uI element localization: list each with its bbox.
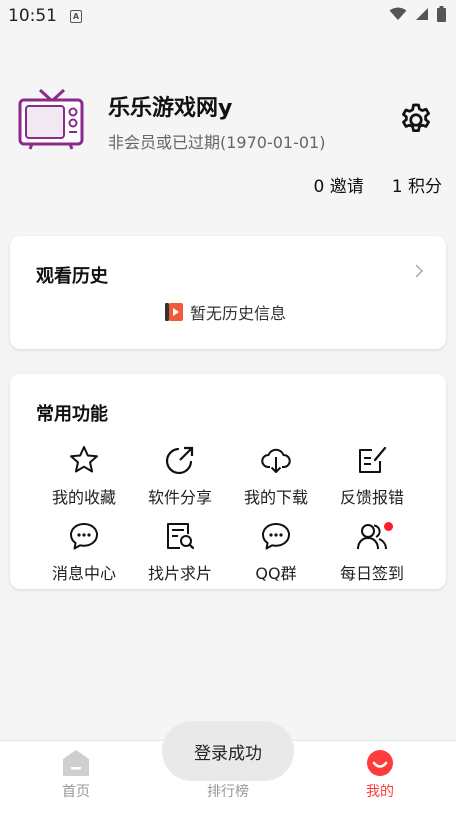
nav-label: 排行榜 — [207, 784, 249, 800]
function-request[interactable]: 找片求片 — [132, 520, 228, 596]
points-count[interactable]: 1 积分 — [392, 172, 442, 197]
history-empty-state: 暂无历史信息 — [164, 300, 286, 324]
function-label: 我的下载 — [243, 488, 308, 507]
nav-label: 首页 — [62, 784, 90, 800]
message-icon — [70, 523, 98, 550]
history-title: 观看历史 — [36, 266, 108, 287]
function-label: 软件分享 — [147, 488, 212, 507]
functions-grid: 我的收藏 软件分享 我的下载 反馈报错 消息中心 找片求片 QQ群 每日签到 — [10, 444, 456, 596]
function-label: 反馈报错 — [339, 488, 404, 507]
signal-icon — [416, 8, 428, 20]
common-functions-card: 常用功能 我的收藏 软件分享 我的下载 反馈报错 消息中心 找片求片 QQ群 每… — [10, 374, 446, 589]
search-doc-icon — [167, 523, 195, 550]
wifi-icon — [389, 7, 407, 20]
function-messages[interactable]: 消息中心 — [36, 520, 132, 596]
functions-title: 常用功能 — [36, 404, 108, 425]
history-empty-text: 暂无历史信息 — [190, 304, 287, 323]
status-time: 10:51 — [8, 6, 57, 26]
star-icon — [70, 446, 98, 473]
nav-mine[interactable]: 我的 — [330, 749, 430, 801]
function-feedback[interactable]: 反馈报错 — [324, 444, 420, 520]
function-share[interactable]: 软件分享 — [132, 444, 228, 520]
smile-icon — [367, 750, 393, 776]
battery-icon — [437, 6, 446, 22]
invites-count[interactable]: 0 邀请 — [314, 172, 364, 197]
cloud-download-icon — [261, 448, 291, 473]
username: 乐乐游戏网y — [108, 96, 233, 121]
profile-stats: 0 邀请 1 积分 — [314, 172, 442, 197]
settings-gear-icon[interactable] — [398, 102, 434, 138]
status-bar: 10:51 A — [0, 0, 456, 34]
function-label: 找片求片 — [147, 564, 212, 583]
chevron-right-icon[interactable] — [414, 264, 424, 278]
function-label: 我的收藏 — [51, 488, 116, 507]
home-icon — [63, 750, 89, 776]
function-label: 每日签到 — [339, 564, 404, 583]
tv-avatar-icon[interactable] — [18, 88, 84, 150]
nav-home[interactable]: 首页 — [26, 749, 126, 801]
function-label: 消息中心 — [51, 564, 116, 583]
new-badge — [384, 522, 393, 531]
edit-note-icon — [359, 446, 387, 473]
function-daily-checkin[interactable]: 每日签到 — [324, 520, 420, 596]
nav-label: 我的 — [366, 784, 394, 800]
history-video-icon — [165, 303, 183, 321]
membership-status: 非会员或已过期(1970-01-01) — [108, 133, 326, 152]
status-right-icons — [389, 6, 446, 22]
chat-bubble-icon — [262, 523, 290, 550]
function-downloads[interactable]: 我的下载 — [228, 444, 324, 520]
function-qq-group[interactable]: QQ群 — [228, 520, 324, 596]
share-icon — [165, 446, 194, 475]
notification-a-icon: A — [70, 10, 82, 23]
function-favorites[interactable]: 我的收藏 — [36, 444, 132, 520]
watch-history-card[interactable]: 观看历史 暂无历史信息 — [10, 236, 446, 349]
function-label: QQ群 — [255, 564, 297, 583]
toast-message: 登录成功 — [162, 721, 294, 781]
